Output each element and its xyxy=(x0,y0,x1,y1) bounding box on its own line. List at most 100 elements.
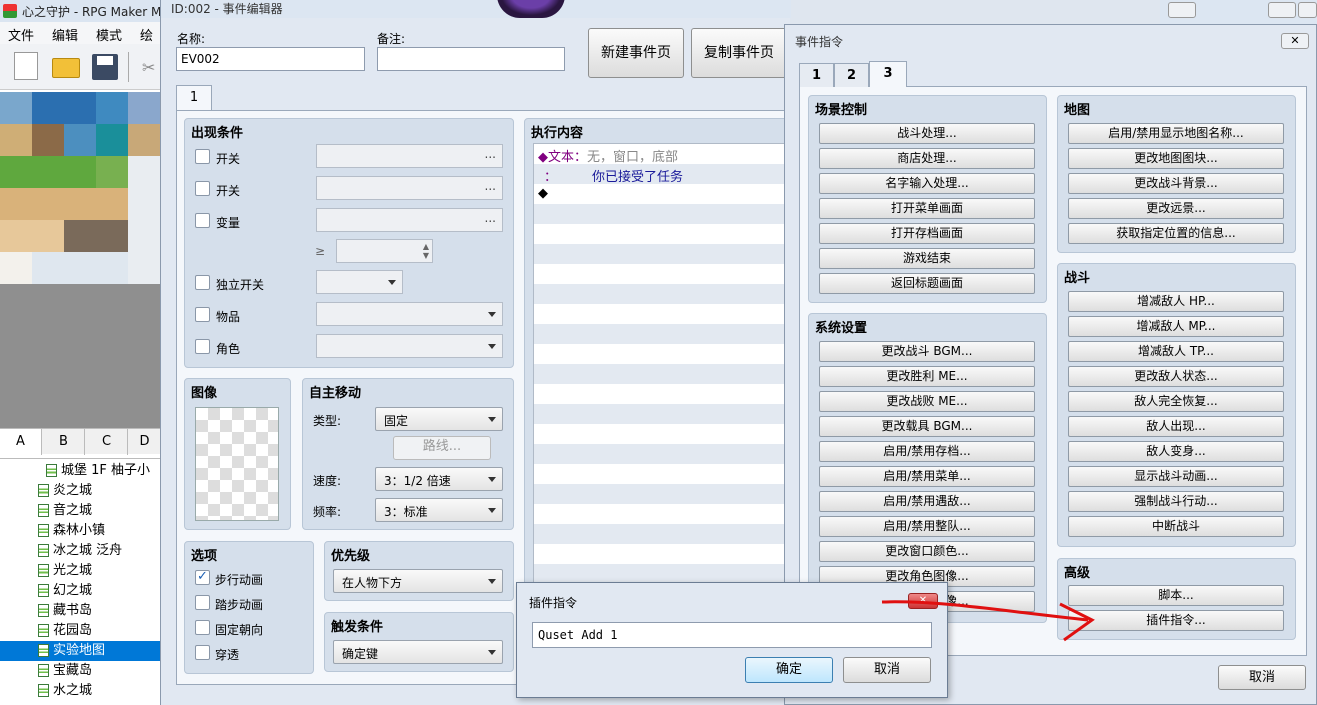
plugin-ok-button[interactable]: 确定 xyxy=(745,657,833,683)
system-settings-button[interactable]: 更改战斗 BGM... xyxy=(819,341,1035,362)
map-item[interactable]: 幻之城 xyxy=(0,581,160,601)
battle-button[interactable]: 强制战斗行动... xyxy=(1068,491,1284,512)
condition-checkbox[interactable] xyxy=(195,339,210,354)
move-frequency-select[interactable]: 3：标准 xyxy=(375,498,503,522)
move-type-select[interactable]: 固定 xyxy=(375,407,503,431)
open-folder-icon[interactable] xyxy=(52,58,80,78)
command-line-2[interactable]: ： 你已接受了任务 xyxy=(544,166,683,185)
menu-mode[interactable]: 模式 xyxy=(96,25,122,44)
scene-control-button[interactable]: 打开菜单画面 xyxy=(819,198,1035,219)
battle-button[interactable]: 增减敌人 MP... xyxy=(1068,316,1284,337)
ellipsis-button[interactable]: ... xyxy=(485,147,496,161)
map-item[interactable]: 光之城 xyxy=(0,561,160,581)
commands-tab[interactable]: 3 xyxy=(869,61,907,87)
condition-select-field[interactable]: ... xyxy=(316,144,503,168)
command-line-3[interactable]: ◆ xyxy=(538,186,548,201)
scene-control-button[interactable]: 返回标题画面 xyxy=(819,273,1035,294)
condition-select-field[interactable]: ... xyxy=(316,176,503,200)
system-settings-button[interactable]: 更改载具 BGM... xyxy=(819,416,1035,437)
move-speed-select[interactable]: 3：1/2 倍速 xyxy=(375,467,503,491)
priority-select[interactable]: 在人物下方 xyxy=(333,569,503,593)
command-line-1[interactable]: ◆文本：无，窗口，底部 xyxy=(538,146,678,165)
tileset-palette[interactable] xyxy=(0,92,160,284)
map-item[interactable]: 城堡 1F 柚子小 xyxy=(0,461,160,481)
option-checkbox[interactable] xyxy=(195,595,210,610)
plugin-command-input[interactable]: Quset Add 1 xyxy=(532,622,932,648)
ellipsis-button[interactable]: ... xyxy=(485,211,496,225)
copy-event-page-button[interactable]: 复制事件页 xyxy=(691,28,787,78)
map-item[interactable]: 实验地图 xyxy=(0,641,160,661)
condition-checkbox[interactable] xyxy=(195,213,210,228)
system-settings-button[interactable]: 更改窗口颜色... xyxy=(819,541,1035,562)
option-checkbox[interactable]: ✓ xyxy=(195,570,210,585)
spinner-arrows-icon[interactable]: ▲ ▼ xyxy=(423,242,429,260)
variable-value-spinner[interactable]: ▲ ▼ xyxy=(336,239,433,263)
self-switch-select[interactable] xyxy=(316,270,403,294)
condition-checkbox[interactable] xyxy=(195,181,210,196)
battle-button[interactable]: 显示战斗动画... xyxy=(1068,466,1284,487)
name-input[interactable]: EV002 xyxy=(176,47,365,71)
condition-checkbox[interactable] xyxy=(195,275,210,290)
new-file-icon[interactable] xyxy=(14,52,38,80)
scene-control-button[interactable]: 游戏结束 xyxy=(819,248,1035,269)
map-button[interactable]: 启用/禁用显示地图名称... xyxy=(1068,123,1284,144)
image-preview[interactable] xyxy=(195,407,279,521)
map-item[interactable]: 藏书岛 xyxy=(0,601,160,621)
save-icon[interactable] xyxy=(92,54,118,80)
battle-button[interactable]: 增减敌人 TP... xyxy=(1068,341,1284,362)
map-button[interactable]: 更改地图图块... xyxy=(1068,148,1284,169)
commands-cancel-button[interactable]: 取消 xyxy=(1218,665,1306,690)
minimize-icon-2[interactable] xyxy=(1268,2,1296,18)
battle-button[interactable]: 更改敌人状态... xyxy=(1068,366,1284,387)
condition-dropdown[interactable] xyxy=(316,302,503,326)
option-checkbox[interactable] xyxy=(195,620,210,635)
minimize-icon[interactable] xyxy=(1168,2,1196,18)
map-item[interactable]: 森林小镇 xyxy=(0,521,160,541)
cut-icon[interactable]: ✂ xyxy=(142,58,156,77)
close-icon[interactable]: ✕ xyxy=(1281,33,1309,49)
battle-button[interactable]: 敌人出现... xyxy=(1068,416,1284,437)
map-button[interactable]: 获取指定位置的信息... xyxy=(1068,223,1284,244)
commands-tab[interactable]: 2 xyxy=(834,63,869,87)
system-settings-button[interactable]: 更改战败 ME... xyxy=(819,391,1035,412)
map-item[interactable]: 水之城 xyxy=(0,681,160,701)
battle-button[interactable]: 敌人完全恢复... xyxy=(1068,391,1284,412)
map-item[interactable]: 炎之城 xyxy=(0,481,160,501)
new-event-page-button[interactable]: 新建事件页 xyxy=(588,28,684,78)
plugin-cancel-button[interactable]: 取消 xyxy=(843,657,931,683)
tile-tab-a[interactable]: A xyxy=(0,429,42,455)
menu-edit[interactable]: 编辑 xyxy=(52,25,78,44)
condition-checkbox[interactable] xyxy=(195,307,210,322)
map-item[interactable]: 花园岛 xyxy=(0,621,160,641)
menu-file[interactable]: 文件 xyxy=(8,25,34,44)
map-item[interactable]: 宝藏岛 xyxy=(0,661,160,681)
battle-button[interactable]: 敌人变身... xyxy=(1068,441,1284,462)
map-button[interactable]: 更改战斗背景... xyxy=(1068,173,1284,194)
option-checkbox[interactable] xyxy=(195,645,210,660)
scene-control-button[interactable]: 名字输入处理... xyxy=(819,173,1035,194)
battle-button[interactable]: 增减敌人 HP... xyxy=(1068,291,1284,312)
scene-control-button[interactable]: 打开存档画面 xyxy=(819,223,1035,244)
page-tab-1[interactable]: 1 xyxy=(176,85,212,111)
tile-tab-d[interactable]: D xyxy=(129,429,160,455)
note-input[interactable] xyxy=(377,47,565,71)
battle-button[interactable]: 中断战斗 xyxy=(1068,516,1284,537)
move-route-button[interactable]: 路线... xyxy=(393,436,491,460)
system-settings-button[interactable]: 更改胜利 ME... xyxy=(819,366,1035,387)
ellipsis-button[interactable]: ... xyxy=(485,179,496,193)
scene-control-button[interactable]: 战斗处理... xyxy=(819,123,1035,144)
trigger-select[interactable]: 确定键 xyxy=(333,640,503,664)
maximize-icon[interactable] xyxy=(1298,2,1317,18)
scene-control-button[interactable]: 商店处理... xyxy=(819,148,1035,169)
map-item[interactable]: 音之城 xyxy=(0,501,160,521)
map-button[interactable]: 更改远景... xyxy=(1068,198,1284,219)
tile-tab-c[interactable]: C xyxy=(86,429,128,455)
condition-dropdown[interactable] xyxy=(316,334,503,358)
system-settings-button[interactable]: 启用/禁用存档... xyxy=(819,441,1035,462)
system-settings-button[interactable]: 启用/禁用菜单... xyxy=(819,466,1035,487)
system-settings-button[interactable]: 启用/禁用遇敌... xyxy=(819,491,1035,512)
map-item[interactable]: 冰之城 泛舟 xyxy=(0,541,160,561)
condition-checkbox[interactable] xyxy=(195,149,210,164)
tile-tab-b[interactable]: B xyxy=(43,429,85,455)
condition-select-field[interactable]: ... xyxy=(316,208,503,232)
